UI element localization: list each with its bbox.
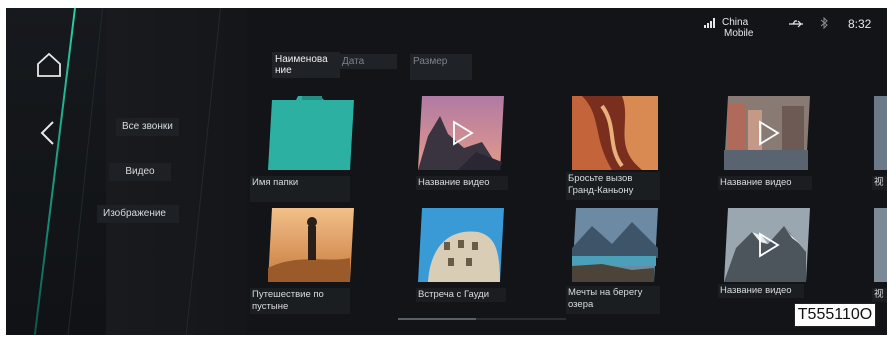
category-video[interactable]: Видео bbox=[109, 163, 171, 181]
media-screen: Все звонки Видео Изображение China Mobil… bbox=[6, 8, 887, 335]
sort-by-date[interactable]: Дата bbox=[339, 54, 397, 69]
file-label: Встреча с Гауди bbox=[416, 288, 506, 302]
file-label: Бросьте вызов Гранд-Каньону bbox=[566, 172, 660, 200]
scroll-thumb[interactable] bbox=[398, 318, 476, 320]
category-image[interactable]: Изображение bbox=[97, 205, 179, 223]
file-label: Имя папки bbox=[250, 176, 350, 202]
image-thumbnail[interactable] bbox=[418, 208, 504, 282]
video-thumbnail[interactable] bbox=[874, 96, 887, 170]
file-label: Путешествие по пустыне bbox=[250, 288, 350, 314]
bluetooth-icon bbox=[820, 17, 828, 29]
file-label: Название видео bbox=[718, 176, 812, 190]
file-label: Название видео bbox=[718, 284, 804, 298]
usb-icon bbox=[789, 20, 803, 28]
category-all-calls[interactable]: Все звонки bbox=[116, 118, 179, 136]
folder-thumbnail[interactable] bbox=[268, 96, 354, 170]
image-thumbnail[interactable] bbox=[268, 208, 354, 282]
file-label: 视 bbox=[872, 176, 887, 190]
file-label: 视 bbox=[872, 288, 887, 302]
figure-code: T555110O bbox=[794, 303, 876, 327]
signal-icon bbox=[704, 18, 715, 28]
play-icon[interactable] bbox=[452, 120, 474, 146]
sort-by-name[interactable]: Наименова ние bbox=[272, 52, 340, 78]
home-icon[interactable] bbox=[36, 52, 62, 78]
image-thumbnail[interactable] bbox=[572, 208, 658, 282]
clock: 8:32 bbox=[848, 17, 872, 31]
video-thumbnail[interactable] bbox=[874, 208, 887, 282]
file-label: Название видео bbox=[416, 176, 508, 190]
folder-icon bbox=[268, 96, 354, 170]
play-icon[interactable] bbox=[758, 232, 780, 258]
file-label: Мечты на берегу озера bbox=[566, 286, 660, 314]
back-icon[interactable] bbox=[38, 120, 58, 146]
carrier-label: China Mobile bbox=[722, 17, 754, 39]
sort-by-size[interactable]: Размер bbox=[410, 54, 472, 80]
play-icon[interactable] bbox=[758, 120, 780, 146]
image-thumbnail[interactable] bbox=[572, 96, 658, 170]
